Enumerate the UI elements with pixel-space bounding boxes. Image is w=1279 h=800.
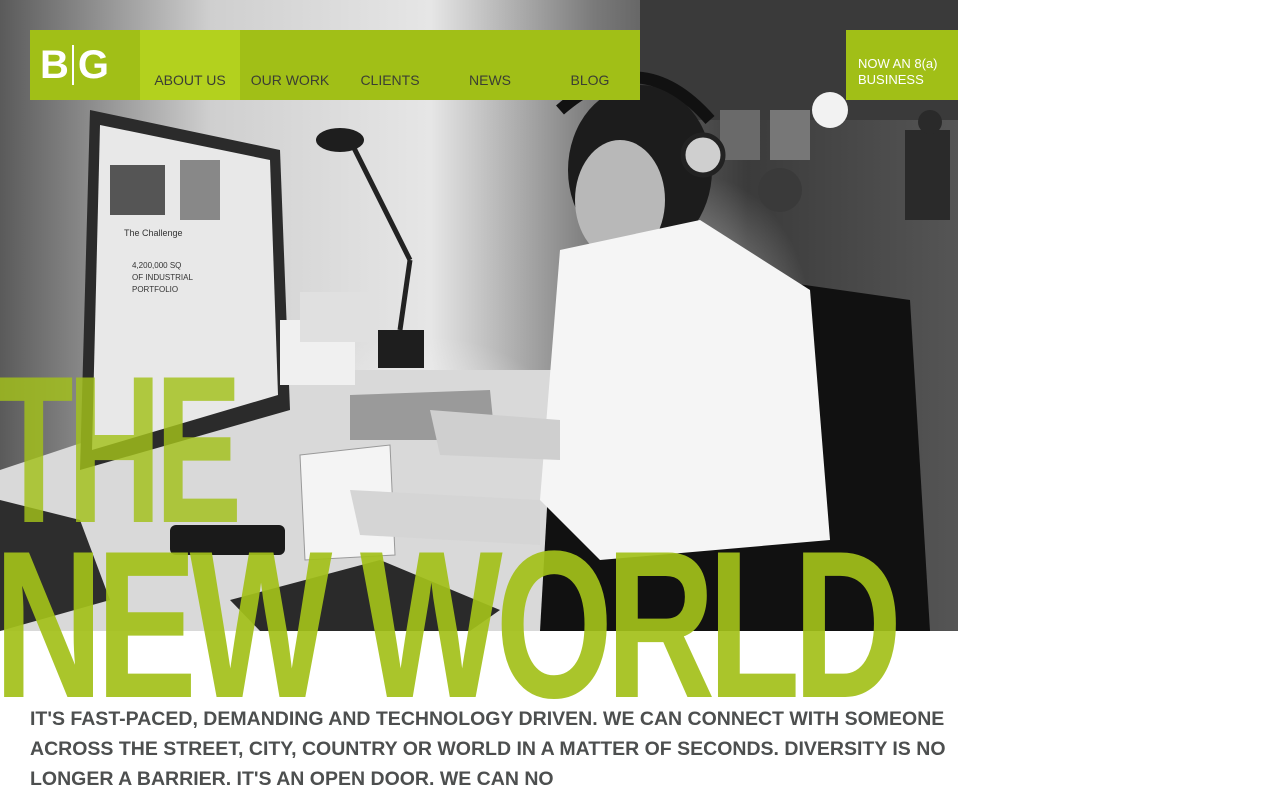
- ceiling-light: [812, 92, 848, 128]
- headphones-cup: [680, 132, 726, 178]
- main-nav: B G ABOUT US OUR WORK CLIENTS NEWS BLOG: [30, 30, 640, 100]
- bg-logo[interactable]: B G: [30, 30, 140, 100]
- wall-poster: [770, 110, 810, 160]
- nav-item-clients[interactable]: CLIENTS: [340, 30, 440, 100]
- headline-line-2: NEW WORLD: [0, 507, 902, 742]
- screen-image: [180, 160, 220, 220]
- screen-text: PORTFOLIO: [132, 285, 178, 294]
- badge-line-1: NOW AN 8(a): [858, 56, 938, 71]
- screen-text: 4,200,000 SQ: [132, 261, 181, 270]
- intro-paragraph: IT'S FAST-PACED, DEMANDING AND TECHNOLOG…: [30, 708, 946, 790]
- nav-item-blog[interactable]: BLOG: [540, 30, 640, 100]
- wall-poster: [720, 110, 760, 160]
- nav-item-our-work[interactable]: OUR WORK: [240, 30, 340, 100]
- lamp-arm: [347, 138, 413, 262]
- lamp-head: [316, 128, 364, 152]
- screen-text: OF INDUSTRIAL: [132, 273, 193, 282]
- logo-divider: [71, 45, 74, 85]
- lamp-arm: [397, 259, 413, 331]
- background-person-head: [758, 168, 802, 212]
- screen-text: The Challenge: [124, 228, 183, 238]
- logo-letter-b: B: [40, 42, 69, 87]
- nav-item-news[interactable]: NEWS: [440, 30, 540, 100]
- logo-letter-g: G: [77, 42, 109, 87]
- screen-image: [110, 165, 165, 215]
- background-person: [905, 130, 950, 220]
- background-person-head: [918, 110, 942, 134]
- desk-box: [300, 292, 370, 342]
- nav-item-about-us[interactable]: ABOUT US: [140, 30, 240, 100]
- 8a-business-badge[interactable]: NOW AN 8(a) BUSINESS: [846, 30, 958, 100]
- badge-line-2: BUSINESS: [858, 72, 924, 87]
